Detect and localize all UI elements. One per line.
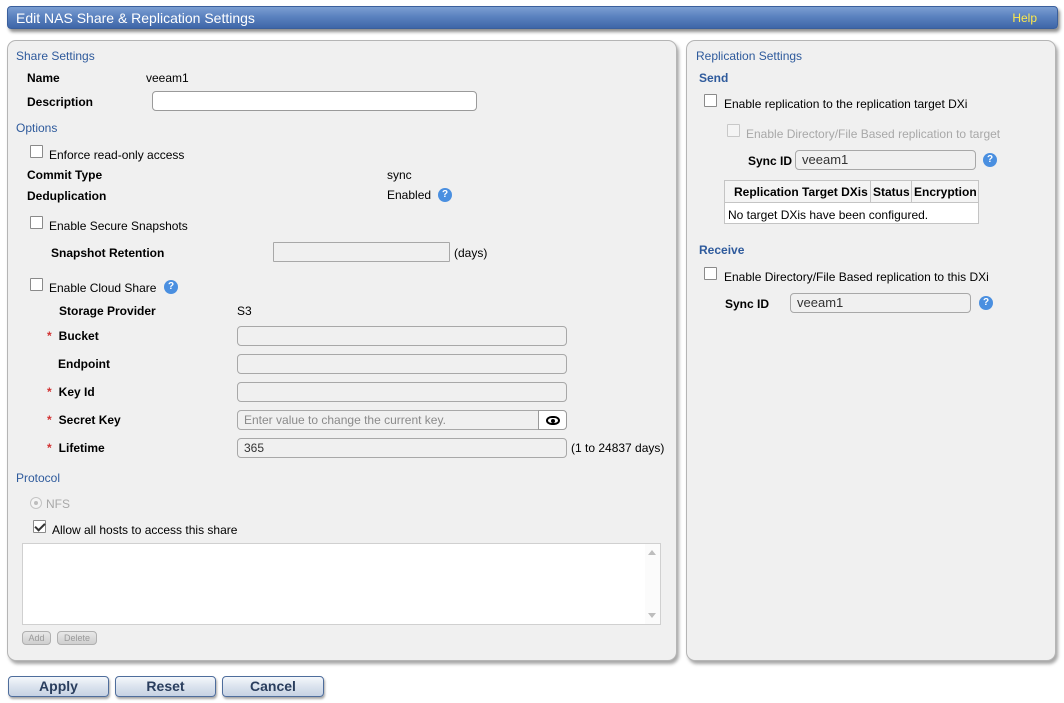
table-empty-message: No target DXis have been configured. <box>728 208 929 222</box>
hosts-scrollbar[interactable] <box>645 544 660 624</box>
receive-heading: Receive <box>699 243 745 257</box>
receive-sync-id-input[interactable]: veeam1 <box>790 293 971 313</box>
allow-hosts-checkbox[interactable] <box>33 520 46 533</box>
name-label: Name <box>27 71 60 85</box>
lifetime-input[interactable]: 365 <box>237 438 567 458</box>
required-mark: * <box>47 441 52 455</box>
enable-target-checkbox[interactable] <box>704 94 717 107</box>
enable-target-label: Enable replication to the replication ta… <box>724 97 968 111</box>
readonly-checkbox[interactable] <box>30 145 43 158</box>
description-input[interactable] <box>152 91 477 111</box>
readonly-label: Enforce read-only access <box>49 148 185 162</box>
help-link[interactable]: Help <box>1012 11 1037 25</box>
nfs-radio[interactable] <box>30 497 42 509</box>
lifetime-range: (1 to 24837 days) <box>571 441 665 455</box>
secret-key-input[interactable]: Enter value to change the current key. <box>237 410 539 430</box>
send-sync-id-label: Sync ID <box>748 154 793 168</box>
dirfile-this-checkbox[interactable] <box>704 267 717 280</box>
hosts-list[interactable] <box>22 543 661 625</box>
secret-key-label: * Secret Key <box>47 413 121 427</box>
key-id-input[interactable] <box>237 382 567 402</box>
snapshot-retention-label: Snapshot Retention <box>51 246 165 260</box>
send-sync-help-icon[interactable]: ? <box>983 153 997 167</box>
secure-snapshots-checkbox[interactable] <box>30 216 43 229</box>
reveal-secret-button[interactable] <box>538 410 567 430</box>
endpoint-label: Endpoint <box>58 357 110 371</box>
retention-unit: (days) <box>454 246 488 260</box>
receive-sync-id-label: Sync ID <box>725 297 770 311</box>
replication-targets-table: Replication Target DXis Status Encryptio… <box>724 180 979 224</box>
secret-key-placeholder: Enter value to change the current key. <box>244 413 446 427</box>
description-label: Description <box>27 95 94 109</box>
required-mark: * <box>47 329 52 343</box>
replication-settings-heading: Replication Settings <box>696 49 803 63</box>
send-heading: Send <box>699 71 729 85</box>
storage-provider-label: Storage Provider <box>59 304 156 318</box>
window-title: Edit NAS Share & Replication Settings <box>16 10 255 26</box>
column-header: Status <box>873 185 910 199</box>
options-heading: Options <box>16 121 58 135</box>
receive-sync-help-icon[interactable]: ? <box>979 296 993 310</box>
dirfile-this-label: Enable Directory/File Based replication … <box>724 270 989 284</box>
cancel-button[interactable]: Cancel <box>222 676 324 697</box>
bucket-label: * Bucket <box>47 329 99 343</box>
storage-provider-value: S3 <box>237 304 252 318</box>
required-mark: * <box>47 413 52 427</box>
cloud-share-label: Enable Cloud Share <box>49 281 157 295</box>
allow-hosts-label: Allow all hosts to access this share <box>52 523 238 537</box>
scroll-up-icon[interactable] <box>648 550 656 555</box>
scroll-down-icon[interactable] <box>648 613 656 618</box>
dirfile-target-label: Enable Directory/File Based replication … <box>746 127 1001 141</box>
snapshot-retention-input[interactable] <box>273 242 450 262</box>
title-bar: Edit NAS Share & Replication Settings He… <box>7 6 1058 29</box>
column-header: Replication Target DXis <box>734 185 868 199</box>
eye-icon <box>546 416 560 425</box>
delete-host-button[interactable]: Delete <box>57 631 97 645</box>
bucket-input[interactable] <box>237 326 567 346</box>
nfs-label: NFS <box>46 497 70 511</box>
column-header: Encryption <box>914 185 977 199</box>
cloud-help-icon[interactable]: ? <box>164 280 178 294</box>
add-host-button[interactable]: Add <box>22 631 51 645</box>
name-value: veeam1 <box>146 71 189 85</box>
send-sync-id-input[interactable]: veeam1 <box>795 150 976 170</box>
commit-type-value: sync <box>387 168 412 182</box>
endpoint-input[interactable] <box>237 354 567 374</box>
reset-button[interactable]: Reset <box>115 676 216 697</box>
deduplication-label: Deduplication <box>27 189 107 203</box>
share-settings-heading: Share Settings <box>16 49 95 63</box>
key-id-label: * Key Id <box>47 385 95 399</box>
required-mark: * <box>47 385 52 399</box>
dedup-help-icon[interactable]: ? <box>438 188 452 202</box>
table-header: Replication Target DXis Status Encryptio… <box>725 181 978 203</box>
lifetime-label: * Lifetime <box>47 441 105 455</box>
deduplication-value: Enabled <box>387 188 432 202</box>
dirfile-target-checkbox[interactable] <box>727 124 740 137</box>
apply-button[interactable]: Apply <box>8 676 109 697</box>
protocol-heading: Protocol <box>16 471 61 485</box>
commit-type-label: Commit Type <box>27 168 103 182</box>
secure-snapshots-label: Enable Secure Snapshots <box>49 219 188 233</box>
cloud-share-checkbox[interactable] <box>30 278 43 291</box>
